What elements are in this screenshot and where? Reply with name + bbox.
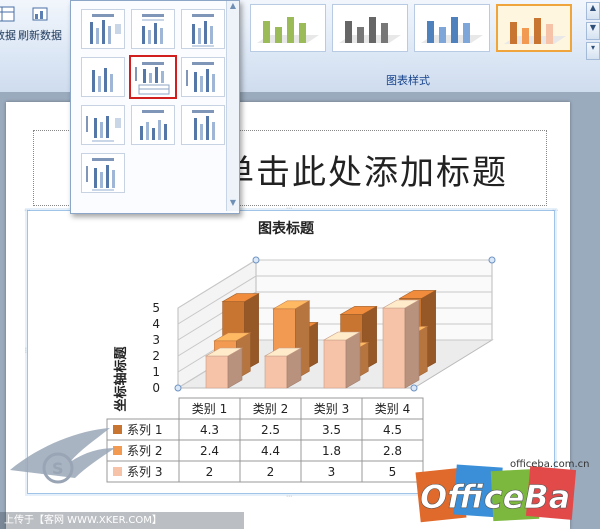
layout-preview-10 xyxy=(86,158,115,191)
dropdown-scrollbar[interactable]: ▲ ▼ xyxy=(226,1,239,211)
plot-handle xyxy=(488,256,496,264)
table-icon xyxy=(0,6,15,22)
table-series-label: 系列 3 xyxy=(127,465,162,479)
chart-frame[interactable]: ⋯ ⋯ ⋯ ⋮ ⋯ 图表标题 坐标轴标题 0 1 2 3 4 5 类别 1 类别 2 类别 3… xyxy=(23,205,558,500)
table-cell: 2.4 xyxy=(200,444,219,458)
bar-side xyxy=(404,299,420,389)
layout-preview-6 xyxy=(186,62,215,92)
bar-3-4 xyxy=(381,299,421,389)
y-tick-label: 4 xyxy=(152,317,160,331)
refresh-data-icon xyxy=(32,7,48,21)
chart-style-option-3[interactable] xyxy=(414,4,490,52)
plot-area: 0 1 2 3 4 5 xyxy=(152,256,496,395)
table-cell: 2 xyxy=(206,465,214,479)
table-category-label: 类别 1 xyxy=(192,402,227,416)
bar-3-1 xyxy=(204,347,244,389)
chart-style-preview-4 xyxy=(504,18,566,44)
table-cell: 4.5 xyxy=(383,423,402,437)
bar-3-3 xyxy=(322,331,362,389)
chart-layout-option-5[interactable] xyxy=(129,55,177,99)
table-cell: 2.5 xyxy=(261,423,280,437)
gallery-scroll-down-button[interactable]: ▼ xyxy=(586,22,600,40)
y-tick-label: 1 xyxy=(152,365,160,379)
y-tick-label: 0 xyxy=(152,381,160,395)
bar-front xyxy=(323,339,347,389)
chart-style-preview-3 xyxy=(421,17,483,43)
table-category-label: 类别 4 xyxy=(375,402,410,416)
gallery-scroll-up-button[interactable]: ▲ xyxy=(586,2,600,20)
chart-style-option-2[interactable] xyxy=(332,4,408,52)
table-cell: 2.8 xyxy=(383,444,402,458)
resize-handle-bottom[interactable]: ⋯ xyxy=(286,493,292,500)
table-cell: 1.8 xyxy=(322,444,341,458)
refresh-data-button[interactable]: 刷新数据 xyxy=(18,4,62,43)
gallery-more-button[interactable]: ▾ xyxy=(586,42,600,60)
bar-front xyxy=(264,355,288,389)
title-placeholder-text: 单击此处添加标题 xyxy=(220,153,508,193)
chart-style-preview-2 xyxy=(339,17,401,43)
chart-layout-option-10[interactable] xyxy=(81,153,125,193)
y-tick-label: 3 xyxy=(152,333,160,347)
table-series-label: 系列 1 xyxy=(127,423,162,437)
table-cell: 4.3 xyxy=(200,423,219,437)
site-url: officeba.com.cn xyxy=(510,459,590,470)
legend-key xyxy=(113,425,122,434)
table-cell: 3 xyxy=(328,465,336,479)
edit-data-button[interactable]: 数据 xyxy=(0,4,16,43)
legend-key xyxy=(113,467,122,476)
table-cell: 3.5 xyxy=(322,423,341,437)
legend-key xyxy=(113,446,122,455)
layout-preview-9 xyxy=(192,110,215,140)
data-group: 数据 刷新数据 xyxy=(0,0,71,90)
chart-layout-option-7[interactable] xyxy=(81,105,125,145)
chart-style-gallery: ▲ ▼ ▾ 图表样式 xyxy=(246,0,600,90)
bar-3-2 xyxy=(263,347,303,389)
scroll-up-icon[interactable]: ▲ xyxy=(227,1,239,10)
y-tick-label: 5 xyxy=(152,301,160,315)
bar-front xyxy=(382,307,406,389)
layout-preview-5 xyxy=(135,62,170,95)
table-cell: 2 xyxy=(267,465,275,479)
chart: 图表标题 坐标轴标题 0 1 2 3 4 5 类别 1 类别 2 类别 3 类别 4 系列 1 4.… xyxy=(106,220,496,483)
bar-front xyxy=(205,355,229,389)
y-axis-title: 坐标轴标题 xyxy=(113,346,129,412)
chart-layout-dropdown: ▲ ▼ xyxy=(70,0,240,214)
resize-handle-top[interactable]: ⋯ xyxy=(286,205,292,212)
table-cell: 5 xyxy=(389,465,397,479)
plot-handle xyxy=(174,384,182,392)
table-cell: 4.4 xyxy=(261,444,280,458)
table-category-label: 类别 3 xyxy=(314,402,349,416)
chart-layout-option-8[interactable] xyxy=(131,105,175,145)
layout-preview-3 xyxy=(192,14,214,47)
layout-preview-8 xyxy=(140,110,167,140)
chart-layout-option-3[interactable] xyxy=(181,9,225,49)
chart-style-preview-1 xyxy=(257,17,319,43)
resize-handle-left[interactable]: ⋮ xyxy=(23,347,29,354)
chart-layout-option-2[interactable] xyxy=(131,9,175,49)
resize-handle-tr[interactable]: ⋯ xyxy=(552,207,558,214)
table-series-label: 系列 2 xyxy=(127,444,162,458)
chart-title: 图表标题 xyxy=(258,220,315,237)
plot-handle xyxy=(410,384,418,392)
layout-preview-4 xyxy=(92,68,113,92)
y-tick-label: 2 xyxy=(152,349,160,363)
scroll-down-icon[interactable]: ▼ xyxy=(227,198,239,207)
chart-style-option-1[interactable] xyxy=(250,4,326,52)
chart-layout-option-1[interactable] xyxy=(81,9,125,49)
layout-preview-1 xyxy=(90,14,121,44)
uploader-caption: 上传于【客网 WWW.XKER.COM】 xyxy=(0,512,244,529)
chart-layout-option-4[interactable] xyxy=(81,57,125,97)
gallery-scroll: ▲ ▼ ▾ xyxy=(586,2,600,62)
chart-layout-option-6[interactable] xyxy=(181,57,225,97)
plot-handle xyxy=(252,256,260,264)
data-table: 类别 1 类别 2 类别 3 类别 4 系列 1 4.3 2.5 3.5 4.5 系列 2 2.4 4… xyxy=(106,397,424,483)
bar-side xyxy=(345,331,361,389)
resize-handle-tl[interactable]: ⋯ xyxy=(24,207,30,214)
table-category-label: 类别 2 xyxy=(253,402,288,416)
gallery-label: 图表样式 xyxy=(386,74,430,87)
layout-preview-2 xyxy=(142,14,164,44)
chart-layout-option-9[interactable] xyxy=(181,105,225,145)
chart-style-option-4[interactable] xyxy=(496,4,572,52)
layout-preview-7 xyxy=(86,116,121,142)
